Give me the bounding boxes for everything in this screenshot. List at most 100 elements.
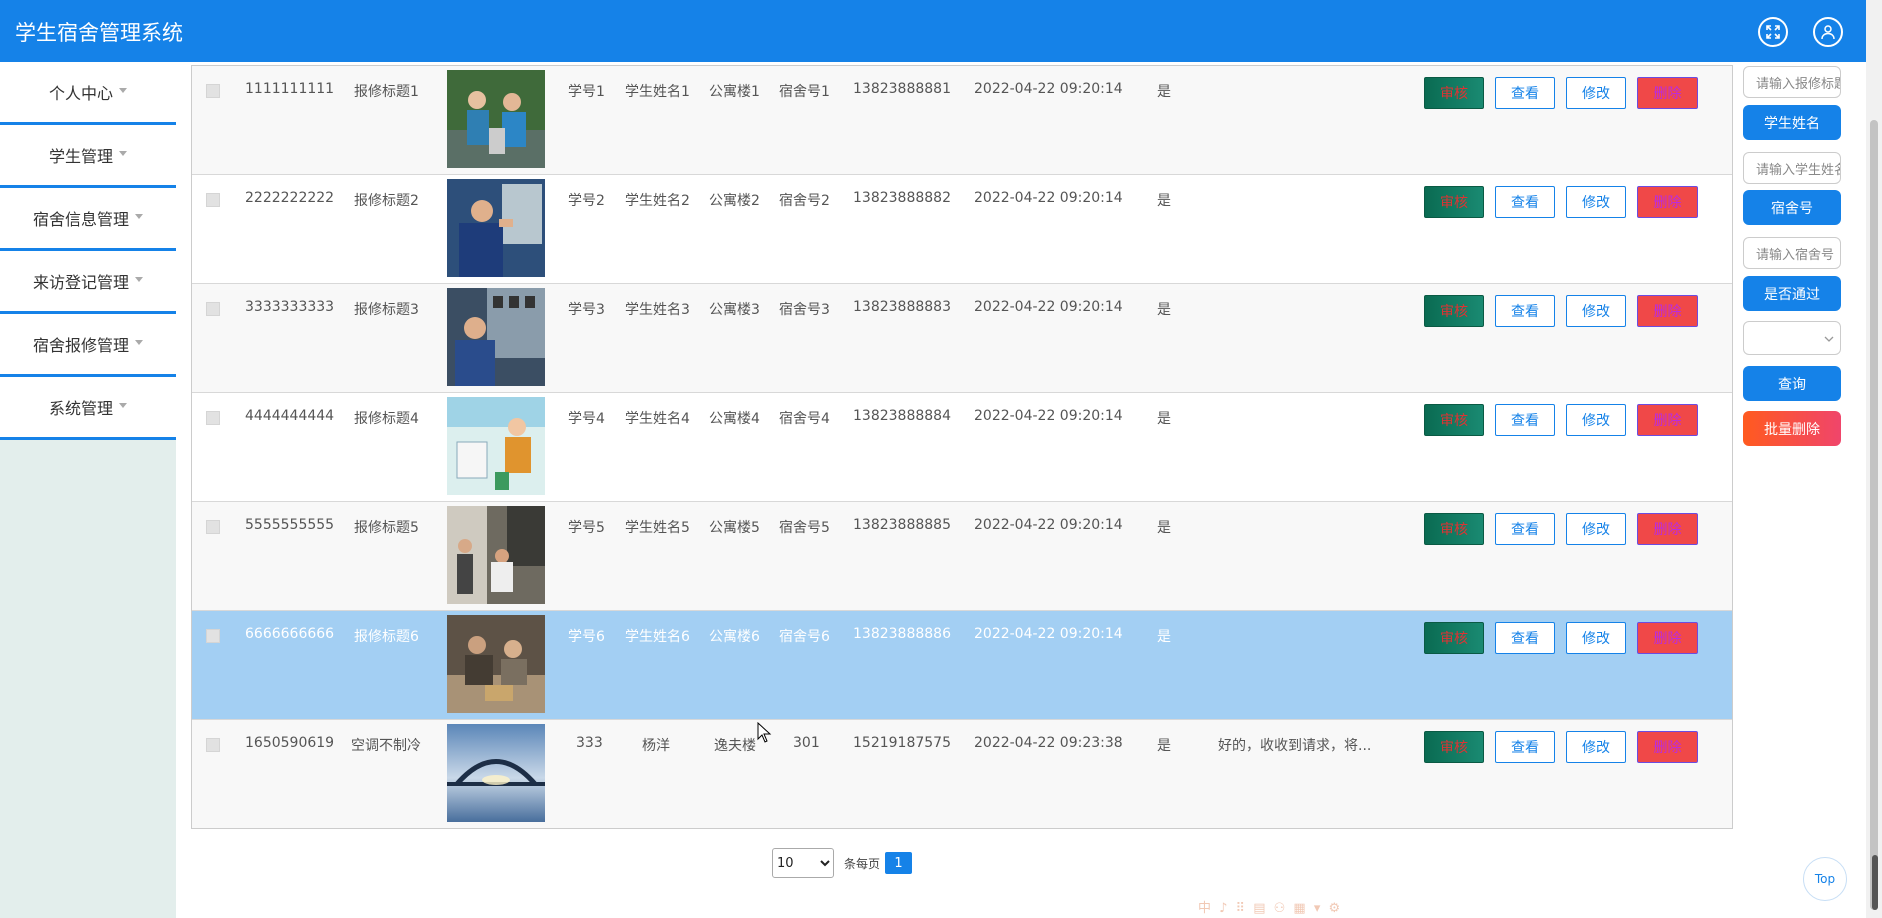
back-to-top-button[interactable]: Top: [1803, 857, 1847, 901]
row-checkbox[interactable]: [206, 193, 220, 207]
table-row[interactable]: 3333333333 报修标题3 学号3 学生姓名3 公寓楼3 宿舍号3 138…: [192, 284, 1732, 393]
delete-button[interactable]: 删除: [1637, 186, 1698, 218]
audit-button[interactable]: 审核: [1424, 731, 1484, 763]
sidebar-item-dorm-repair[interactable]: 宿舍报修管理: [0, 314, 176, 377]
sidebar-item-label: 系统管理: [48, 399, 113, 418]
sidebar-item-dorm-info[interactable]: 宿舍信息管理: [0, 188, 176, 251]
repair-table: 1111111111 报修标题1 学号1 学生姓名1 公寓楼1 宿舍号1 138…: [191, 65, 1733, 829]
row-checkbox[interactable]: [206, 738, 220, 752]
view-button[interactable]: 查看: [1495, 513, 1555, 545]
audit-button[interactable]: 审核: [1424, 77, 1484, 109]
row-checkbox[interactable]: [206, 302, 220, 316]
edit-button[interactable]: 修改: [1566, 622, 1626, 654]
view-button[interactable]: 查看: [1495, 77, 1555, 109]
table-row[interactable]: 5555555555 报修标题5 学号5 学生姓名5 公寓楼5 宿舍号5 138…: [192, 502, 1732, 611]
approved-status: 是: [1157, 84, 1171, 100]
audit-button[interactable]: 审核: [1424, 404, 1484, 436]
caret-down-icon: [135, 339, 143, 345]
view-button[interactable]: 查看: [1495, 404, 1555, 436]
caret-down-icon: [119, 87, 127, 93]
table-row[interactable]: 6666666666 报修标题6 学号6 学生姓名6 公寓楼6 宿舍号6 138…: [192, 611, 1732, 720]
page-size-select[interactable]: 10: [772, 848, 834, 878]
table-row[interactable]: 1111111111 报修标题1 学号1 学生姓名1 公寓楼1 宿舍号1 138…: [192, 66, 1732, 175]
sidebar-item-personal-center[interactable]: 个人中心: [0, 62, 176, 125]
approved-status: 是: [1157, 738, 1171, 754]
sidebar-item-label: 宿舍报修管理: [32, 336, 129, 355]
query-button[interactable]: 查询: [1743, 366, 1841, 401]
page-number-button[interactable]: 1: [885, 852, 913, 874]
reply-text: 好的，收收到请求，将...: [1218, 738, 1372, 754]
room-input[interactable]: 请输入宿舍号: [1743, 237, 1841, 269]
approved-filter-label[interactable]: 是否通过: [1743, 276, 1841, 311]
ime-toolbar: 中 ♪ ⠿ ▤ ⚇ ▦ ▾ ⚙: [1198, 901, 1343, 916]
table-row[interactable]: 4444444444 报修标题4 学号4 学生姓名4 公寓楼4 宿舍号4 138…: [192, 393, 1732, 502]
student-no: 学号6: [568, 629, 605, 645]
audit-button[interactable]: 审核: [1424, 186, 1484, 218]
repair-id: 5555555555: [245, 517, 335, 533]
row-checkbox[interactable]: [206, 411, 220, 425]
edit-button[interactable]: 修改: [1566, 295, 1626, 327]
building: 公寓楼5: [709, 520, 760, 536]
building: 公寓楼2: [709, 193, 760, 209]
edit-button[interactable]: 修改: [1566, 77, 1626, 109]
batch-delete-button[interactable]: 批量删除: [1743, 411, 1841, 446]
edit-button[interactable]: 修改: [1566, 186, 1626, 218]
edit-button[interactable]: 修改: [1566, 731, 1626, 763]
student-name: 学生姓名3: [625, 302, 690, 318]
repair-id: 1650590619: [245, 735, 335, 751]
title-search-placeholder: 请输入报修标题: [1756, 76, 1841, 92]
mouse-cursor-icon: [757, 722, 772, 743]
room-filter-label[interactable]: 宿舍号: [1743, 190, 1841, 225]
student-name-filter-label[interactable]: 学生姓名: [1743, 105, 1841, 140]
caret-down-icon: [135, 213, 143, 219]
edit-button[interactable]: 修改: [1566, 404, 1626, 436]
building: 公寓楼4: [709, 411, 760, 427]
room-no: 宿舍号6: [779, 629, 830, 645]
user-menu-button[interactable]: [1813, 17, 1843, 47]
delete-button[interactable]: 删除: [1637, 77, 1698, 109]
title-search-input[interactable]: 请输入报修标题: [1743, 66, 1841, 98]
room-no: 宿舍号2: [779, 193, 830, 209]
delete-button[interactable]: 删除: [1637, 622, 1698, 654]
student-no: 学号2: [568, 193, 605, 209]
sidebar-item-visitor-registration[interactable]: 来访登记管理: [0, 251, 176, 314]
repair-photo: [447, 615, 545, 713]
view-button[interactable]: 查看: [1495, 622, 1555, 654]
delete-button[interactable]: 删除: [1637, 731, 1698, 763]
view-button[interactable]: 查看: [1495, 186, 1555, 218]
table-row[interactable]: 1650590619 空调不制冷 333 杨洋 逸夫楼 301 15219187…: [192, 720, 1732, 828]
edit-button[interactable]: 修改: [1566, 513, 1626, 545]
sidebar-item-label: 来访登记管理: [32, 273, 129, 292]
repair-time: 2022-04-22 09:23:38: [974, 735, 1123, 751]
repair-title: 报修标题2: [354, 193, 419, 209]
student-name: 学生姓名5: [625, 520, 690, 536]
user-icon: [1821, 25, 1835, 40]
delete-button[interactable]: 删除: [1637, 513, 1698, 545]
audit-button[interactable]: 审核: [1424, 622, 1484, 654]
table-row[interactable]: 2222222222 报修标题2 学号2 学生姓名2 公寓楼2 宿舍号2 138…: [192, 175, 1732, 284]
scrollbar-thumb[interactable]: [1870, 120, 1878, 910]
row-checkbox[interactable]: [206, 629, 220, 643]
sidebar-item-label: 个人中心: [48, 84, 113, 103]
audit-button[interactable]: 审核: [1424, 295, 1484, 327]
delete-button[interactable]: 删除: [1637, 295, 1698, 327]
student-no: 学号1: [568, 84, 605, 100]
audit-button[interactable]: 审核: [1424, 513, 1484, 545]
phone: 13823888885: [853, 517, 951, 533]
row-checkbox[interactable]: [206, 84, 220, 98]
sidebar-item-student-management[interactable]: 学生管理: [0, 125, 176, 188]
student-name: 学生姓名4: [625, 411, 690, 427]
sidebar-item-system-management[interactable]: 系统管理: [0, 377, 176, 440]
delete-button[interactable]: 删除: [1637, 404, 1698, 436]
fullscreen-button[interactable]: [1758, 17, 1788, 47]
view-button[interactable]: 查看: [1495, 295, 1555, 327]
view-button[interactable]: 查看: [1495, 731, 1555, 763]
approved-select[interactable]: [1743, 321, 1841, 355]
scrollbar-thumb-active[interactable]: [1872, 855, 1878, 910]
student-name-input[interactable]: 请输入学生姓名: [1743, 152, 1841, 184]
student-name: 杨洋: [642, 738, 670, 754]
repair-time: 2022-04-22 09:20:14: [974, 517, 1123, 533]
repair-title: 报修标题4: [354, 411, 419, 427]
sidebar-item-label: 学生管理: [48, 147, 113, 166]
row-checkbox[interactable]: [206, 520, 220, 534]
